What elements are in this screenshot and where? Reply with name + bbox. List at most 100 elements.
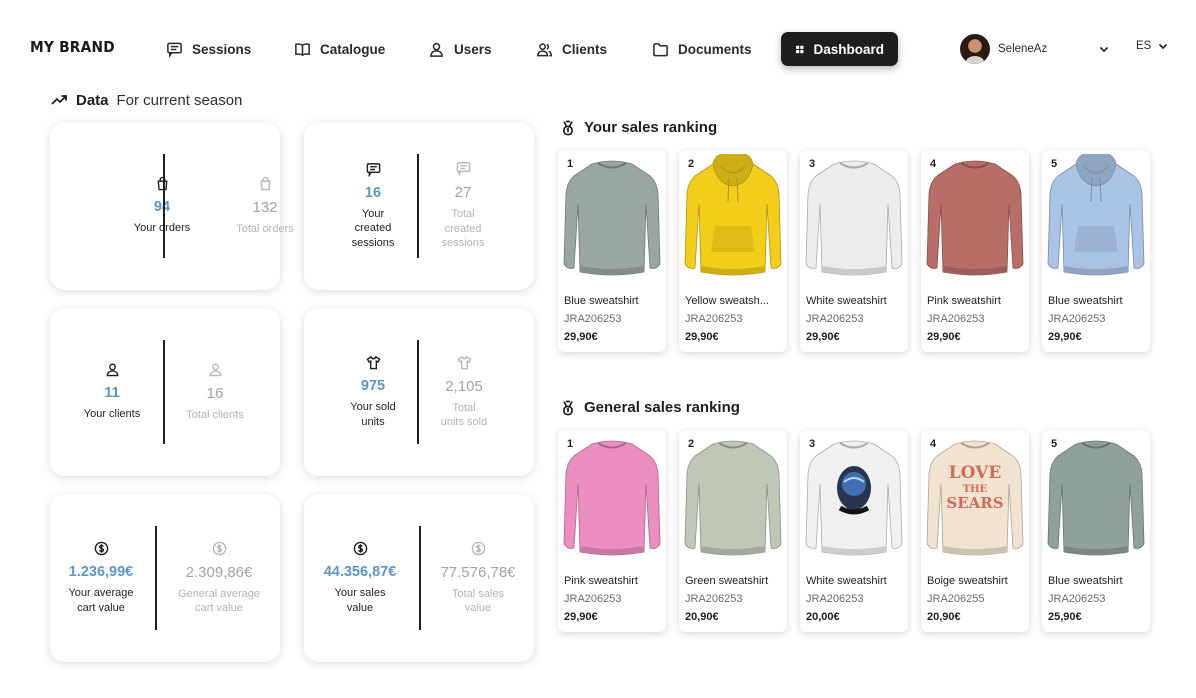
product-price: 29,90€ bbox=[564, 611, 598, 623]
your-ranking-product[interactable]: 4 Pink sweatshirt JRA206253 29,90€ bbox=[921, 150, 1029, 352]
product-code: JRA206253 bbox=[685, 313, 743, 325]
product-image bbox=[684, 154, 782, 276]
nav-sessions[interactable]: Sessions bbox=[152, 32, 265, 66]
language-selector[interactable]: ES bbox=[1136, 40, 1169, 52]
product-image-frame bbox=[804, 434, 904, 562]
product-image-frame bbox=[683, 154, 783, 282]
general-ranking-product[interactable]: 5 Blue sweatshirt JRA206253 25,90€ bbox=[1042, 430, 1150, 632]
ranking-position: 1 bbox=[567, 158, 574, 170]
product-name: Pink sweatshirt bbox=[927, 295, 1001, 307]
your-ranking-label: Your sales ranking bbox=[584, 119, 718, 136]
nav-label: Dashboard bbox=[813, 41, 884, 57]
data-title: Data bbox=[76, 91, 109, 109]
general-ranking-product[interactable]: 4 LOVE THE SEARS Boige sweatshirt JRA206255 20… bbox=[921, 430, 1029, 632]
language-label: ES bbox=[1136, 40, 1152, 52]
stat-mine-value: 44.356,87€ bbox=[323, 564, 397, 580]
svg-text:LOVE: LOVE bbox=[949, 463, 1002, 483]
stat-mine-value: 11 bbox=[104, 385, 120, 402]
your-ranking-product[interactable]: 5 Blue sweatshirt JRA206253 29,90€ bbox=[1042, 150, 1150, 352]
chevron-down-icon bbox=[1159, 43, 1168, 50]
product-code: JRA206253 bbox=[806, 313, 864, 325]
stat-mine-label: Your sales value bbox=[334, 587, 386, 614]
stat-total-label: Total clients bbox=[186, 408, 244, 421]
product-image-frame bbox=[804, 154, 904, 282]
product-code: JRA206253 bbox=[927, 313, 985, 325]
product-image-frame bbox=[562, 154, 662, 282]
book-icon bbox=[295, 42, 310, 56]
product-image-frame bbox=[683, 434, 783, 562]
ranking-position: 1 bbox=[567, 438, 574, 450]
ranking-position: 2 bbox=[688, 438, 695, 450]
svg-text:SEARS: SEARS bbox=[946, 494, 1003, 512]
stat-mine-value: 94 bbox=[153, 199, 171, 216]
chevron-down-icon bbox=[1099, 46, 1109, 53]
user-menu[interactable]: SeleneAz bbox=[960, 33, 1047, 65]
product-name: Boige sweatshirt bbox=[927, 575, 1008, 587]
sessions-icon bbox=[456, 162, 470, 177]
stat-total: 16 Total clients bbox=[155, 308, 275, 476]
product-name: White sweatshirt bbox=[806, 295, 887, 307]
stat-total-value: 77.576,78€ bbox=[440, 563, 516, 581]
product-code: JRA206253 bbox=[685, 593, 743, 605]
trending-up-icon bbox=[51, 95, 67, 105]
stat-divider bbox=[155, 526, 157, 630]
product-name: Blue sweatshirt bbox=[1048, 295, 1123, 307]
ranking-position: 3 bbox=[809, 438, 816, 450]
general-ranking-product[interactable]: 2 Green sweatshirt JRA206253 20,90€ bbox=[679, 430, 787, 632]
bag-icon bbox=[157, 176, 167, 191]
user-name: SeleneAz bbox=[998, 43, 1048, 55]
stat-card: 975 Your sold units 2,105 Total units sold bbox=[304, 308, 534, 476]
product-image bbox=[563, 440, 661, 556]
product-code: JRA206253 bbox=[1048, 593, 1106, 605]
user-menu-toggle[interactable] bbox=[1098, 42, 1110, 60]
stat-card: 1.236,99€ Your average cart value 2.309,86€… bbox=[50, 494, 280, 662]
product-name: Blue sweatshirt bbox=[1048, 575, 1123, 587]
product-image bbox=[805, 440, 903, 556]
stat-card: 44.356,87€ Your sales value 77.576,78€ Total… bbox=[304, 494, 534, 662]
your-ranking-product[interactable]: 2 Yellow sweatsh... JRA206253 29,90€ bbox=[679, 150, 787, 352]
stat-total: 77.576,78€ Total sales value bbox=[418, 494, 538, 662]
your-ranking-title: Your sales ranking bbox=[560, 119, 717, 136]
nav-documents[interactable]: Documents bbox=[638, 32, 766, 66]
general-ranking-product[interactable]: 3 White sweatshirt JRA206253 20,00€ bbox=[800, 430, 908, 632]
product-image bbox=[684, 440, 782, 556]
product-price: 20,90€ bbox=[685, 611, 719, 623]
general-ranking-title: General sales ranking bbox=[560, 399, 740, 416]
your-ranking-product[interactable]: 3 White sweatshirt JRA206253 29,90€ bbox=[800, 150, 908, 352]
nav-label: Clients bbox=[562, 41, 608, 57]
product-code: JRA206253 bbox=[1048, 313, 1106, 325]
nav-label: Catalogue bbox=[320, 41, 386, 57]
product-image bbox=[805, 160, 903, 276]
product-name: Yellow sweatsh... bbox=[685, 295, 769, 307]
product-code: JRA206253 bbox=[806, 593, 864, 605]
sessions-icon bbox=[167, 42, 182, 58]
nav-dashboard[interactable]: Dashboard bbox=[781, 32, 898, 66]
product-name: Green sweatshirt bbox=[685, 575, 769, 587]
product-image-frame bbox=[925, 154, 1025, 282]
product-price: 29,90€ bbox=[685, 331, 719, 343]
product-price: 20,00€ bbox=[806, 611, 840, 623]
stat-card: 16 Your created sessions 27 Total created sessi… bbox=[304, 122, 534, 290]
sessions-icon bbox=[366, 162, 380, 177]
nav-clients[interactable]: Clients bbox=[522, 32, 621, 66]
medal-icon bbox=[562, 400, 574, 416]
stat-total-label: Total sales value bbox=[452, 587, 504, 615]
tshirt-icon bbox=[365, 355, 381, 370]
brand-logo: MY BRAND bbox=[30, 38, 115, 56]
stat-total-value: 16 bbox=[206, 384, 224, 402]
stat-total-label: Total created sessions bbox=[441, 208, 485, 250]
ranking-position: 2 bbox=[688, 158, 695, 170]
stat-total-value: 2,105 bbox=[445, 377, 483, 395]
your-ranking-product[interactable]: 1 Blue sweatshirt JRA206253 29,90€ bbox=[558, 150, 666, 352]
stat-mine-label: Your sold units bbox=[350, 401, 396, 428]
stat-card: 11 Your clients 16 Total clients bbox=[50, 308, 280, 476]
product-code: JRA206253 bbox=[564, 593, 622, 605]
nav-catalogue[interactable]: Catalogue bbox=[280, 32, 399, 66]
general-ranking-product[interactable]: 1 Pink sweatshirt JRA206253 29,90€ bbox=[558, 430, 666, 632]
product-image bbox=[1047, 154, 1145, 276]
dollar-icon bbox=[353, 541, 367, 556]
product-image-frame bbox=[1046, 154, 1146, 282]
stat-divider bbox=[163, 154, 165, 258]
nav-users[interactable]: Users bbox=[414, 32, 506, 66]
stat-mine-label: Your created sessions bbox=[351, 207, 395, 249]
